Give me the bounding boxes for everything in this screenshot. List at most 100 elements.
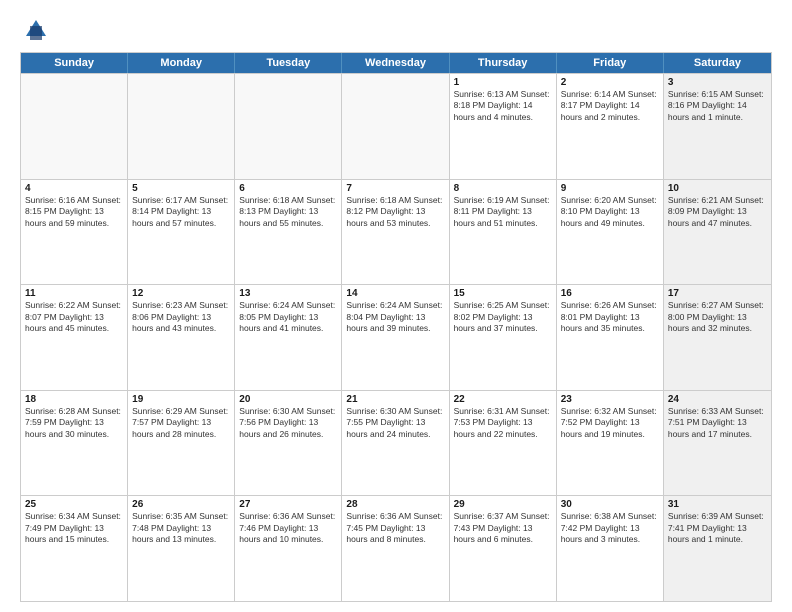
calendar-row-4: 25Sunrise: 6:34 AM Sunset: 7:49 PM Dayli… [21, 495, 771, 601]
logo-icon [20, 16, 48, 44]
day-number: 2 [561, 77, 659, 88]
day-info: Sunrise: 6:25 AM Sunset: 8:02 PM Dayligh… [454, 300, 552, 334]
day-info: Sunrise: 6:16 AM Sunset: 8:15 PM Dayligh… [25, 195, 123, 229]
day-cell-15: 15Sunrise: 6:25 AM Sunset: 8:02 PM Dayli… [450, 285, 557, 390]
day-info: Sunrise: 6:13 AM Sunset: 8:18 PM Dayligh… [454, 89, 552, 123]
day-number: 5 [132, 183, 230, 194]
day-cell-19: 19Sunrise: 6:29 AM Sunset: 7:57 PM Dayli… [128, 391, 235, 496]
day-info: Sunrise: 6:23 AM Sunset: 8:06 PM Dayligh… [132, 300, 230, 334]
day-number: 4 [25, 183, 123, 194]
day-info: Sunrise: 6:38 AM Sunset: 7:42 PM Dayligh… [561, 511, 659, 545]
day-number: 13 [239, 288, 337, 299]
logo [20, 16, 52, 44]
day-info: Sunrise: 6:37 AM Sunset: 7:43 PM Dayligh… [454, 511, 552, 545]
calendar-row-3: 18Sunrise: 6:28 AM Sunset: 7:59 PM Dayli… [21, 390, 771, 496]
header-cell-friday: Friday [557, 53, 664, 73]
day-number: 18 [25, 394, 123, 405]
day-number: 11 [25, 288, 123, 299]
day-cell-20: 20Sunrise: 6:30 AM Sunset: 7:56 PM Dayli… [235, 391, 342, 496]
calendar-body: 1Sunrise: 6:13 AM Sunset: 8:18 PM Daylig… [21, 73, 771, 601]
day-info: Sunrise: 6:30 AM Sunset: 7:55 PM Dayligh… [346, 406, 444, 440]
day-cell-23: 23Sunrise: 6:32 AM Sunset: 7:52 PM Dayli… [557, 391, 664, 496]
header-cell-sunday: Sunday [21, 53, 128, 73]
day-info: Sunrise: 6:35 AM Sunset: 7:48 PM Dayligh… [132, 511, 230, 545]
day-info: Sunrise: 6:17 AM Sunset: 8:14 PM Dayligh… [132, 195, 230, 229]
day-info: Sunrise: 6:36 AM Sunset: 7:45 PM Dayligh… [346, 511, 444, 545]
day-info: Sunrise: 6:31 AM Sunset: 7:53 PM Dayligh… [454, 406, 552, 440]
day-cell-27: 27Sunrise: 6:36 AM Sunset: 7:46 PM Dayli… [235, 496, 342, 601]
calendar-row-0: 1Sunrise: 6:13 AM Sunset: 8:18 PM Daylig… [21, 73, 771, 179]
day-number: 31 [668, 499, 767, 510]
day-number: 8 [454, 183, 552, 194]
day-number: 3 [668, 77, 767, 88]
day-info: Sunrise: 6:18 AM Sunset: 8:12 PM Dayligh… [346, 195, 444, 229]
day-info: Sunrise: 6:20 AM Sunset: 8:10 PM Dayligh… [561, 195, 659, 229]
day-cell-2: 2Sunrise: 6:14 AM Sunset: 8:17 PM Daylig… [557, 74, 664, 179]
calendar: SundayMondayTuesdayWednesdayThursdayFrid… [20, 52, 772, 602]
day-info: Sunrise: 6:19 AM Sunset: 8:11 PM Dayligh… [454, 195, 552, 229]
day-cell-1: 1Sunrise: 6:13 AM Sunset: 8:18 PM Daylig… [450, 74, 557, 179]
day-cell-12: 12Sunrise: 6:23 AM Sunset: 8:06 PM Dayli… [128, 285, 235, 390]
day-number: 6 [239, 183, 337, 194]
day-info: Sunrise: 6:22 AM Sunset: 8:07 PM Dayligh… [25, 300, 123, 334]
day-info: Sunrise: 6:24 AM Sunset: 8:05 PM Dayligh… [239, 300, 337, 334]
day-number: 29 [454, 499, 552, 510]
day-number: 20 [239, 394, 337, 405]
day-cell-28: 28Sunrise: 6:36 AM Sunset: 7:45 PM Dayli… [342, 496, 449, 601]
calendar-header: SundayMondayTuesdayWednesdayThursdayFrid… [21, 53, 771, 73]
day-cell-7: 7Sunrise: 6:18 AM Sunset: 8:12 PM Daylig… [342, 180, 449, 285]
day-cell-16: 16Sunrise: 6:26 AM Sunset: 8:01 PM Dayli… [557, 285, 664, 390]
day-cell-6: 6Sunrise: 6:18 AM Sunset: 8:13 PM Daylig… [235, 180, 342, 285]
day-cell-31: 31Sunrise: 6:39 AM Sunset: 7:41 PM Dayli… [664, 496, 771, 601]
header-cell-tuesday: Tuesday [235, 53, 342, 73]
day-info: Sunrise: 6:29 AM Sunset: 7:57 PM Dayligh… [132, 406, 230, 440]
day-number: 15 [454, 288, 552, 299]
day-number: 30 [561, 499, 659, 510]
day-number: 25 [25, 499, 123, 510]
day-number: 9 [561, 183, 659, 194]
day-cell-24: 24Sunrise: 6:33 AM Sunset: 7:51 PM Dayli… [664, 391, 771, 496]
header-cell-monday: Monday [128, 53, 235, 73]
day-cell-8: 8Sunrise: 6:19 AM Sunset: 8:11 PM Daylig… [450, 180, 557, 285]
day-number: 1 [454, 77, 552, 88]
day-number: 17 [668, 288, 767, 299]
day-info: Sunrise: 6:33 AM Sunset: 7:51 PM Dayligh… [668, 406, 767, 440]
header-cell-thursday: Thursday [450, 53, 557, 73]
day-number: 26 [132, 499, 230, 510]
day-cell-21: 21Sunrise: 6:30 AM Sunset: 7:55 PM Dayli… [342, 391, 449, 496]
day-info: Sunrise: 6:34 AM Sunset: 7:49 PM Dayligh… [25, 511, 123, 545]
day-cell-5: 5Sunrise: 6:17 AM Sunset: 8:14 PM Daylig… [128, 180, 235, 285]
day-cell-empty-0-3 [342, 74, 449, 179]
calendar-row-2: 11Sunrise: 6:22 AM Sunset: 8:07 PM Dayli… [21, 284, 771, 390]
day-info: Sunrise: 6:14 AM Sunset: 8:17 PM Dayligh… [561, 89, 659, 123]
day-number: 14 [346, 288, 444, 299]
day-info: Sunrise: 6:26 AM Sunset: 8:01 PM Dayligh… [561, 300, 659, 334]
day-info: Sunrise: 6:32 AM Sunset: 7:52 PM Dayligh… [561, 406, 659, 440]
day-info: Sunrise: 6:18 AM Sunset: 8:13 PM Dayligh… [239, 195, 337, 229]
day-number: 10 [668, 183, 767, 194]
day-cell-3: 3Sunrise: 6:15 AM Sunset: 8:16 PM Daylig… [664, 74, 771, 179]
day-cell-22: 22Sunrise: 6:31 AM Sunset: 7:53 PM Dayli… [450, 391, 557, 496]
day-cell-empty-0-2 [235, 74, 342, 179]
day-cell-25: 25Sunrise: 6:34 AM Sunset: 7:49 PM Dayli… [21, 496, 128, 601]
day-number: 23 [561, 394, 659, 405]
page: SundayMondayTuesdayWednesdayThursdayFrid… [0, 0, 792, 612]
day-info: Sunrise: 6:21 AM Sunset: 8:09 PM Dayligh… [668, 195, 767, 229]
day-number: 28 [346, 499, 444, 510]
day-info: Sunrise: 6:39 AM Sunset: 7:41 PM Dayligh… [668, 511, 767, 545]
day-cell-9: 9Sunrise: 6:20 AM Sunset: 8:10 PM Daylig… [557, 180, 664, 285]
day-cell-empty-0-1 [128, 74, 235, 179]
day-info: Sunrise: 6:28 AM Sunset: 7:59 PM Dayligh… [25, 406, 123, 440]
day-number: 19 [132, 394, 230, 405]
day-info: Sunrise: 6:30 AM Sunset: 7:56 PM Dayligh… [239, 406, 337, 440]
day-cell-14: 14Sunrise: 6:24 AM Sunset: 8:04 PM Dayli… [342, 285, 449, 390]
day-cell-26: 26Sunrise: 6:35 AM Sunset: 7:48 PM Dayli… [128, 496, 235, 601]
day-info: Sunrise: 6:15 AM Sunset: 8:16 PM Dayligh… [668, 89, 767, 123]
day-info: Sunrise: 6:24 AM Sunset: 8:04 PM Dayligh… [346, 300, 444, 334]
day-number: 22 [454, 394, 552, 405]
day-number: 7 [346, 183, 444, 194]
day-number: 27 [239, 499, 337, 510]
day-number: 16 [561, 288, 659, 299]
day-cell-empty-0-0 [21, 74, 128, 179]
day-number: 21 [346, 394, 444, 405]
